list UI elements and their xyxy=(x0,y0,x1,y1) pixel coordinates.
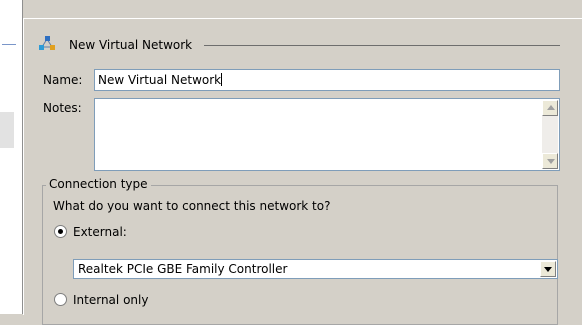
tree-connector-line xyxy=(2,44,16,45)
scroll-down-button[interactable] xyxy=(542,153,558,169)
navigation-scroll-rail xyxy=(0,112,14,148)
notes-scrollbar[interactable] xyxy=(542,100,558,169)
text-caret xyxy=(221,73,223,86)
name-field-value: New Virtual Network xyxy=(98,73,222,87)
scroll-down-arrow-icon xyxy=(547,159,555,164)
virtual-network-settings-panel: New Virtual Network Name: New Virtual Ne… xyxy=(23,18,582,325)
chevron-down-icon xyxy=(544,267,552,272)
section-title: New Virtual Network xyxy=(69,38,193,52)
name-label: Name: xyxy=(43,73,83,87)
internal-only-radio-label[interactable]: Internal only xyxy=(73,293,148,307)
radio-selected-dot xyxy=(58,229,63,234)
scroll-up-button[interactable] xyxy=(542,100,558,116)
external-radio-label[interactable]: External: xyxy=(73,225,127,239)
dropdown-button[interactable] xyxy=(540,261,556,277)
internal-only-radio[interactable] xyxy=(54,293,67,306)
section-separator xyxy=(204,45,560,46)
network-icon xyxy=(39,36,55,50)
connection-type-title: Connection type xyxy=(46,177,151,191)
external-radio[interactable] xyxy=(54,225,67,238)
network-adapter-dropdown[interactable]: Realtek PCIe GBE Family Controller xyxy=(73,259,558,279)
notes-field[interactable] xyxy=(94,98,560,171)
navigation-pane xyxy=(0,0,22,314)
name-field[interactable]: New Virtual Network xyxy=(94,69,560,91)
notes-label: Notes: xyxy=(43,101,82,115)
scroll-up-arrow-icon xyxy=(547,105,555,110)
connection-question: What do you want to connect this network… xyxy=(53,199,331,213)
network-adapter-selected: Realtek PCIe GBE Family Controller xyxy=(78,262,288,276)
